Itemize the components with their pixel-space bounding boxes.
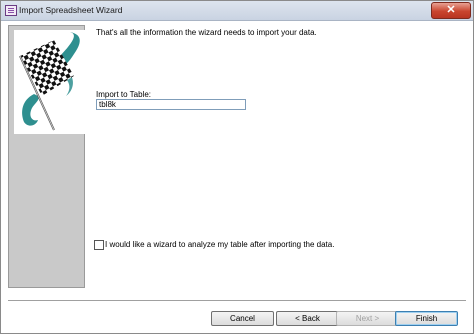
checkered-flag-icon (14, 30, 86, 134)
title-bar[interactable]: Import Spreadsheet Wizard ✕ (1, 1, 473, 21)
back-button[interactable]: < Back (276, 311, 339, 326)
window-title: Import Spreadsheet Wizard (19, 5, 123, 15)
button-separator (8, 300, 466, 302)
import-to-table-label: Import to Table: (96, 90, 151, 99)
next-button[interactable]: Next > (336, 311, 399, 326)
close-button[interactable]: ✕ (431, 2, 471, 19)
wizard-message: That's all the information the wizard ne… (96, 28, 317, 37)
analyze-wizard-checkbox[interactable] (94, 240, 104, 250)
import-to-table-input[interactable] (96, 99, 246, 110)
access-form-icon (5, 5, 17, 16)
analyze-wizard-checkbox-label[interactable]: I would like a wizard to analyze my tabl… (105, 240, 334, 249)
finish-button[interactable]: Finish (395, 311, 458, 326)
wizard-window: Import Spreadsheet Wizard ✕ That's all t… (0, 0, 474, 334)
wizard-side-panel (8, 25, 86, 288)
cancel-button[interactable]: Cancel (211, 311, 274, 326)
